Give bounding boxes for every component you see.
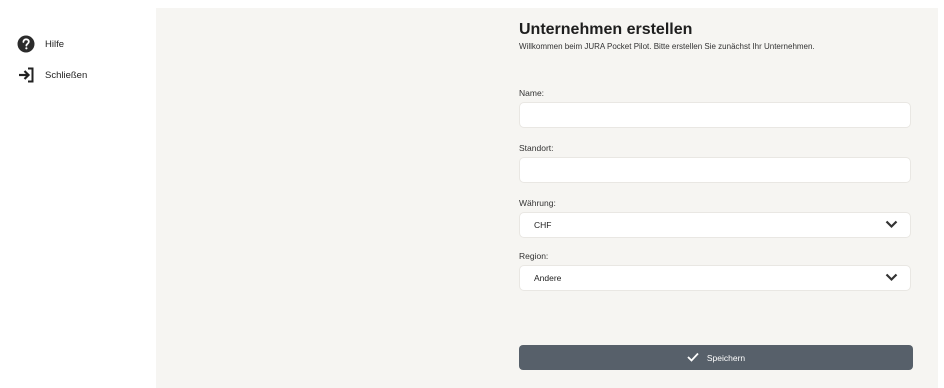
sidebar-item-help[interactable]: Hilfe	[17, 35, 64, 53]
sidebar-item-label: Hilfe	[45, 38, 65, 50]
save-button[interactable]: Speichern	[519, 345, 913, 370]
name-field[interactable]	[519, 102, 911, 128]
sidebar-item-label: Schließen	[45, 69, 88, 81]
exit-arrow-icon	[17, 66, 35, 84]
company-form: Unternehmen erstellen Willkommen beim JU…	[519, 20, 913, 370]
region-value: Andere	[534, 273, 562, 283]
standort-field[interactable]	[519, 157, 911, 183]
chevron-down-icon	[885, 216, 898, 234]
page-title: Unternehmen erstellen	[519, 21, 693, 38]
name-label: Name:	[519, 88, 545, 98]
waehrung-label: Währung:	[519, 198, 556, 208]
waehrung-select[interactable]: CHF	[519, 212, 911, 238]
help-circle-icon	[17, 35, 35, 53]
region-label: Region:	[519, 251, 549, 261]
page-subtitle: Willkommen beim JURA Pocket Pilot. Bitte…	[519, 42, 815, 51]
checkmark-icon	[687, 349, 699, 367]
standort-label: Standort:	[519, 143, 554, 153]
sidebar: Hilfe Schließen	[0, 0, 156, 388]
main-content: Unternehmen erstellen Willkommen beim JU…	[156, 8, 938, 388]
sidebar-item-close[interactable]: Schließen	[17, 66, 87, 84]
waehrung-value: CHF	[534, 220, 552, 230]
region-select[interactable]: Andere	[519, 265, 911, 291]
save-button-label: Speichern	[706, 352, 746, 363]
chevron-down-icon	[885, 269, 898, 287]
